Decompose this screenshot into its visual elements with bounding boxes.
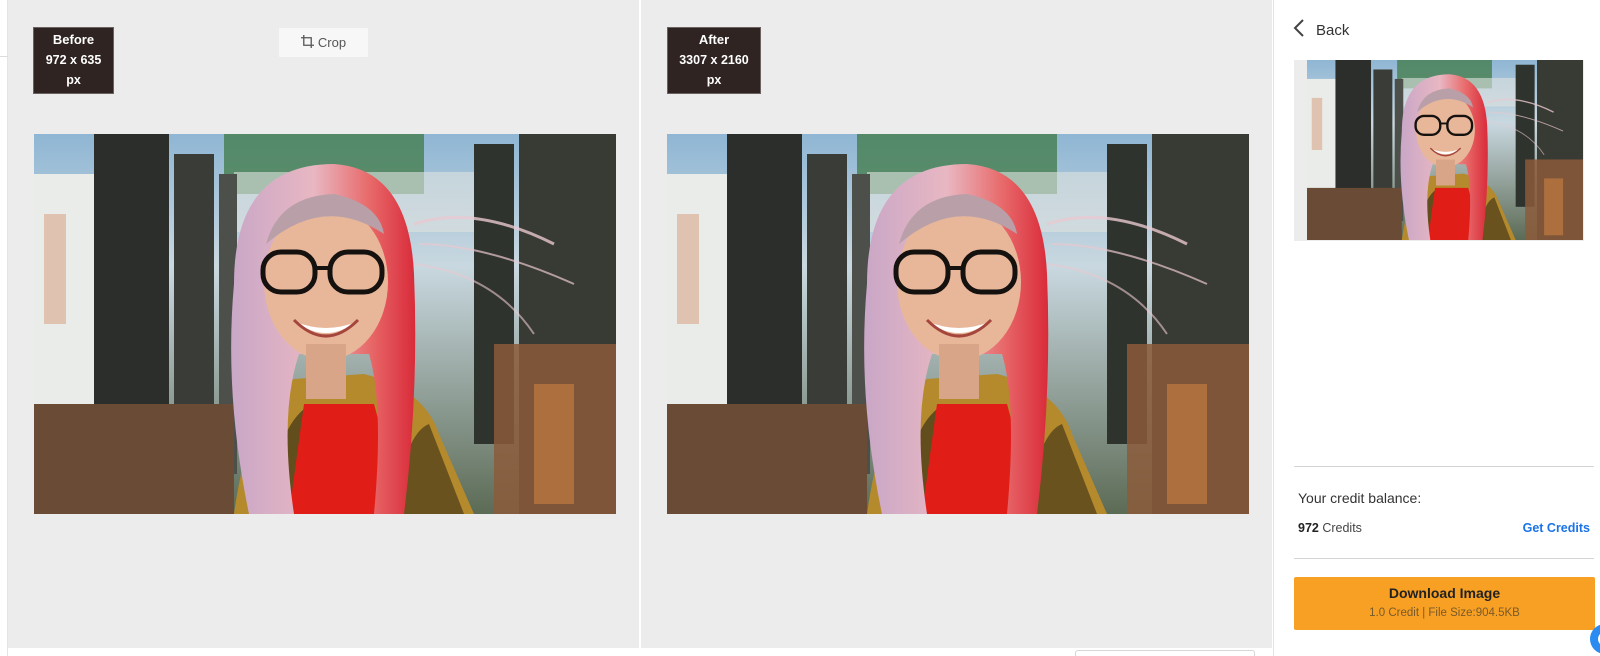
after-size-badge: After 3307 x 2160 px [667, 27, 761, 94]
bottom-strip [8, 648, 1272, 656]
before-label: Before [52, 32, 95, 47]
download-image-button[interactable]: Download Image 1.0 Credit | File Size:90… [1294, 577, 1595, 630]
download-meta: 1.0 Credit | File Size:904.5KB [1369, 607, 1520, 619]
thumbnail-image [1307, 60, 1583, 240]
crop-icon [300, 34, 314, 51]
sidebar: Back Your credit balance: 972 Credits Ge… [1273, 0, 1600, 656]
credit-balance: 972 Credits [1298, 521, 1362, 535]
get-credits-link[interactable]: Get Credits [1523, 521, 1590, 535]
chevron-left-icon [1292, 18, 1306, 42]
app-root: Before 972 x 635 px Crop After 3307 x 21… [0, 0, 1600, 656]
credit-balance-label: Your credit balance: [1298, 490, 1422, 506]
before-size-badge: Before 972 x 635 px [33, 27, 114, 94]
left-edge [0, 0, 8, 656]
crop-button[interactable]: Crop [278, 27, 369, 58]
back-button[interactable]: Back [1292, 18, 1349, 42]
divider [1294, 558, 1594, 559]
after-pane: After 3307 x 2160 px [641, 0, 1272, 648]
download-label: Download Image [1388, 585, 1501, 601]
hidden-control[interactable] [1075, 650, 1255, 656]
before-dimensions: 972 x 635 px [45, 53, 102, 87]
crop-label: Crop [317, 35, 347, 50]
after-label: After [698, 32, 730, 47]
after-image [667, 134, 1249, 514]
divider [1294, 466, 1594, 467]
credit-unit: Credits [1322, 521, 1362, 535]
preview-thumbnail [1294, 60, 1584, 241]
before-pane: Before 972 x 635 px Crop [8, 0, 639, 648]
back-label: Back [1316, 21, 1350, 39]
before-image [34, 134, 616, 514]
credit-amount: 972 [1298, 521, 1319, 535]
after-dimensions: 3307 x 2160 px [679, 53, 749, 87]
